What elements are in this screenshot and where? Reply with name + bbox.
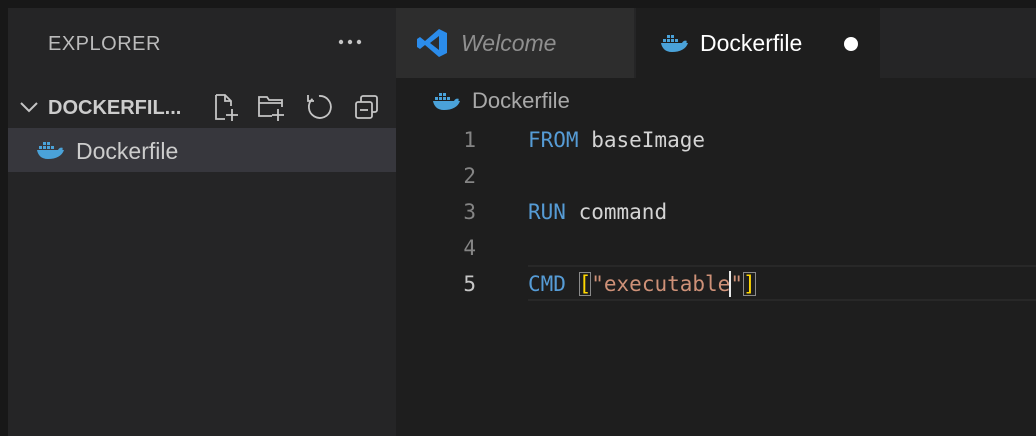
- unsaved-dot-icon[interactable]: [844, 37, 858, 51]
- vscode-logo-icon: [417, 29, 447, 57]
- refresh-icon[interactable]: [304, 92, 334, 122]
- new-file-icon[interactable]: [210, 92, 240, 122]
- string-literal: "executable: [591, 272, 731, 296]
- explorer-title: EXPLORER: [48, 33, 161, 55]
- folder-header-dockerfile[interactable]: DOCKERFIL...: [8, 86, 396, 128]
- tab-label: Welcome: [461, 30, 557, 56]
- new-folder-icon[interactable]: [256, 92, 286, 122]
- line-number: 1: [463, 128, 476, 152]
- folder-name: DOCKERFIL...: [48, 97, 182, 119]
- string-quote: ": [730, 272, 743, 296]
- breadcrumb-file: Dockerfile: [472, 88, 570, 113]
- window-left-edge: [0, 0, 8, 436]
- code-text: command: [565, 200, 668, 224]
- code-line-3[interactable]: RUN command: [528, 194, 667, 230]
- docker-whale-icon: [37, 142, 64, 159]
- keyword: RUN: [528, 200, 566, 224]
- code-line-5[interactable]: CMD ["executable"]: [528, 266, 756, 302]
- code-line-1[interactable]: FROM baseImage: [528, 122, 705, 158]
- file-name: Dockerfile: [76, 138, 179, 164]
- code-text: baseImage: [578, 128, 706, 152]
- editor-tab-bar: Welcome Dockerfile: [396, 8, 1036, 78]
- file-item-dockerfile[interactable]: Dockerfile: [8, 128, 396, 172]
- more-actions-icon[interactable]: [336, 28, 364, 56]
- close-bracket: ]: [742, 272, 756, 296]
- line-number: 3: [463, 200, 476, 224]
- chevron-down-icon: [20, 102, 38, 113]
- tab-welcome[interactable]: Welcome: [396, 8, 634, 78]
- docker-whale-icon: [433, 93, 460, 110]
- explorer-sidebar: EXPLORER DOCKERFIL... Dockerfile: [8, 8, 396, 436]
- collapse-all-icon[interactable]: [352, 92, 382, 122]
- window-top-edge: [0, 0, 1036, 8]
- line-number-active: 5: [463, 272, 476, 296]
- docker-whale-icon: [661, 35, 688, 52]
- line-number: 4: [463, 236, 476, 260]
- keyword: CMD: [528, 272, 566, 296]
- tab-dockerfile[interactable]: Dockerfile: [636, 8, 880, 78]
- tab-label: Dockerfile: [700, 30, 803, 56]
- keyword: FROM: [528, 128, 579, 152]
- open-bracket: [: [578, 272, 592, 296]
- line-number: 2: [463, 164, 476, 188]
